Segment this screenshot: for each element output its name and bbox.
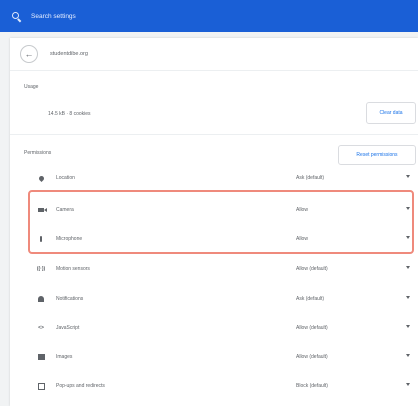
permission-row-motion-sensors: ((·)) Motion sensors Allow (default) (34, 255, 418, 283)
notifications-icon (34, 294, 48, 304)
site-settings-card: ← studentdibe.org Usage 14.5 kB · 8 cook… (10, 38, 418, 406)
javascript-glyph: <> (38, 324, 44, 331)
usage-heading: Usage (24, 84, 39, 90)
site-name: studentdibe.org (50, 51, 88, 57)
motion-sensors-icon: ((·)) (34, 264, 48, 274)
search-input[interactable]: Search settings (31, 13, 76, 20)
permission-row-images: Images Allow (default) (34, 343, 418, 371)
select-value: Block (default) (296, 383, 328, 389)
search-bar[interactable]: Search settings (0, 0, 418, 32)
images-permission-select[interactable]: Allow (default) (290, 346, 416, 368)
permission-row-javascript: <> JavaScript Allow (default) (34, 314, 418, 342)
select-value: Allow (default) (296, 266, 328, 272)
divider (10, 70, 418, 71)
permission-label: Images (56, 354, 73, 360)
motion-sensors-glyph: ((·)) (36, 265, 46, 272)
permission-label: Notifications (56, 296, 84, 302)
images-icon (34, 352, 48, 362)
notifications-permission-select[interactable]: Ask (default) (290, 288, 416, 310)
permission-row-location: Location Ask (default) (34, 164, 418, 192)
javascript-permission-select[interactable]: Allow (default) (290, 317, 416, 339)
permission-row-microphone: Microphone Allow (34, 225, 418, 253)
chevron-down-icon (406, 207, 410, 210)
chevron-down-icon (406, 296, 410, 299)
chevron-down-icon (406, 266, 410, 269)
javascript-icon: <> (34, 323, 48, 333)
permission-label: Location (56, 175, 75, 181)
permission-label: Microphone (56, 236, 83, 242)
select-value: Ask (default) (296, 296, 325, 302)
motion-sensors-permission-select[interactable]: Allow (default) (290, 258, 416, 280)
back-button[interactable]: ← (20, 45, 38, 63)
site-header: ← studentdibe.org (20, 45, 88, 63)
chevron-down-icon (406, 383, 410, 386)
permission-row-notifications: Notifications Ask (default) (34, 285, 418, 313)
popups-icon (34, 381, 48, 391)
microphone-icon (34, 234, 48, 244)
permission-label: Camera (56, 207, 74, 213)
select-value: Ask (default) (296, 175, 325, 181)
permission-label: Motion sensors (56, 266, 90, 272)
select-value: Allow (default) (296, 325, 328, 331)
popups-permission-select[interactable]: Block (default) (290, 375, 416, 397)
chevron-down-icon (406, 325, 410, 328)
permission-label: JavaScript (56, 325, 80, 331)
chevron-down-icon (406, 354, 410, 357)
permission-row-camera: Camera Allow (34, 196, 418, 224)
arrow-left-icon: ← (24, 48, 34, 59)
permission-row-popups: Pop-ups and redirects Block (default) (34, 372, 418, 400)
location-permission-select[interactable]: Ask (default) (290, 167, 416, 189)
search-icon (12, 11, 21, 21)
select-value: Allow (296, 236, 308, 242)
location-icon (34, 173, 48, 183)
clear-data-button[interactable]: Clear data (366, 102, 416, 124)
reset-permissions-button[interactable]: Reset permissions (338, 145, 416, 165)
permissions-heading: Permissions (24, 150, 52, 156)
divider (10, 134, 418, 135)
select-value: Allow (default) (296, 354, 328, 360)
chevron-down-icon (406, 236, 410, 239)
microphone-permission-select[interactable]: Allow (290, 228, 416, 250)
select-value: Allow (296, 207, 308, 213)
usage-value: 14.5 kB · 8 cookies (48, 111, 91, 117)
chevron-down-icon (406, 175, 410, 178)
camera-permission-select[interactable]: Allow (290, 199, 416, 221)
camera-icon (34, 205, 48, 215)
permission-label: Pop-ups and redirects (56, 383, 105, 389)
